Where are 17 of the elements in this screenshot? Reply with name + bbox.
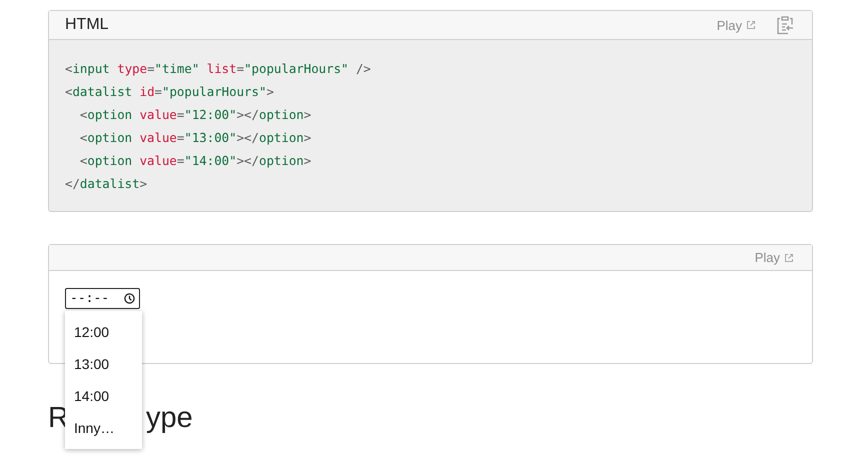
code-line: <datalist id="popularHours"> xyxy=(65,83,275,101)
heading-text: ype xyxy=(146,402,193,435)
dropdown-option[interactable]: 13:00 xyxy=(65,348,142,380)
dropdown-option[interactable]: 12:00 xyxy=(65,316,142,348)
code-line: <option value="12:00"></option> xyxy=(78,106,312,124)
clock-icon xyxy=(124,293,135,304)
code-line: </datalist> xyxy=(65,175,148,193)
external-link-icon xyxy=(746,20,756,30)
code-line: <input type="time" list="popularHours" /> xyxy=(65,60,372,78)
dropdown-option[interactable]: Inny… xyxy=(65,412,142,444)
code-line: <option value="14:00"></option> xyxy=(78,152,312,170)
external-link-icon xyxy=(784,252,794,262)
language-label: HTML xyxy=(65,16,110,34)
dropdown-option[interactable]: 14:00 xyxy=(65,380,142,412)
clipboard-icon[interactable] xyxy=(776,15,794,35)
time-input[interactable]: --:-- xyxy=(65,288,140,309)
code-line: <option value="13:00"></option> xyxy=(78,129,312,147)
